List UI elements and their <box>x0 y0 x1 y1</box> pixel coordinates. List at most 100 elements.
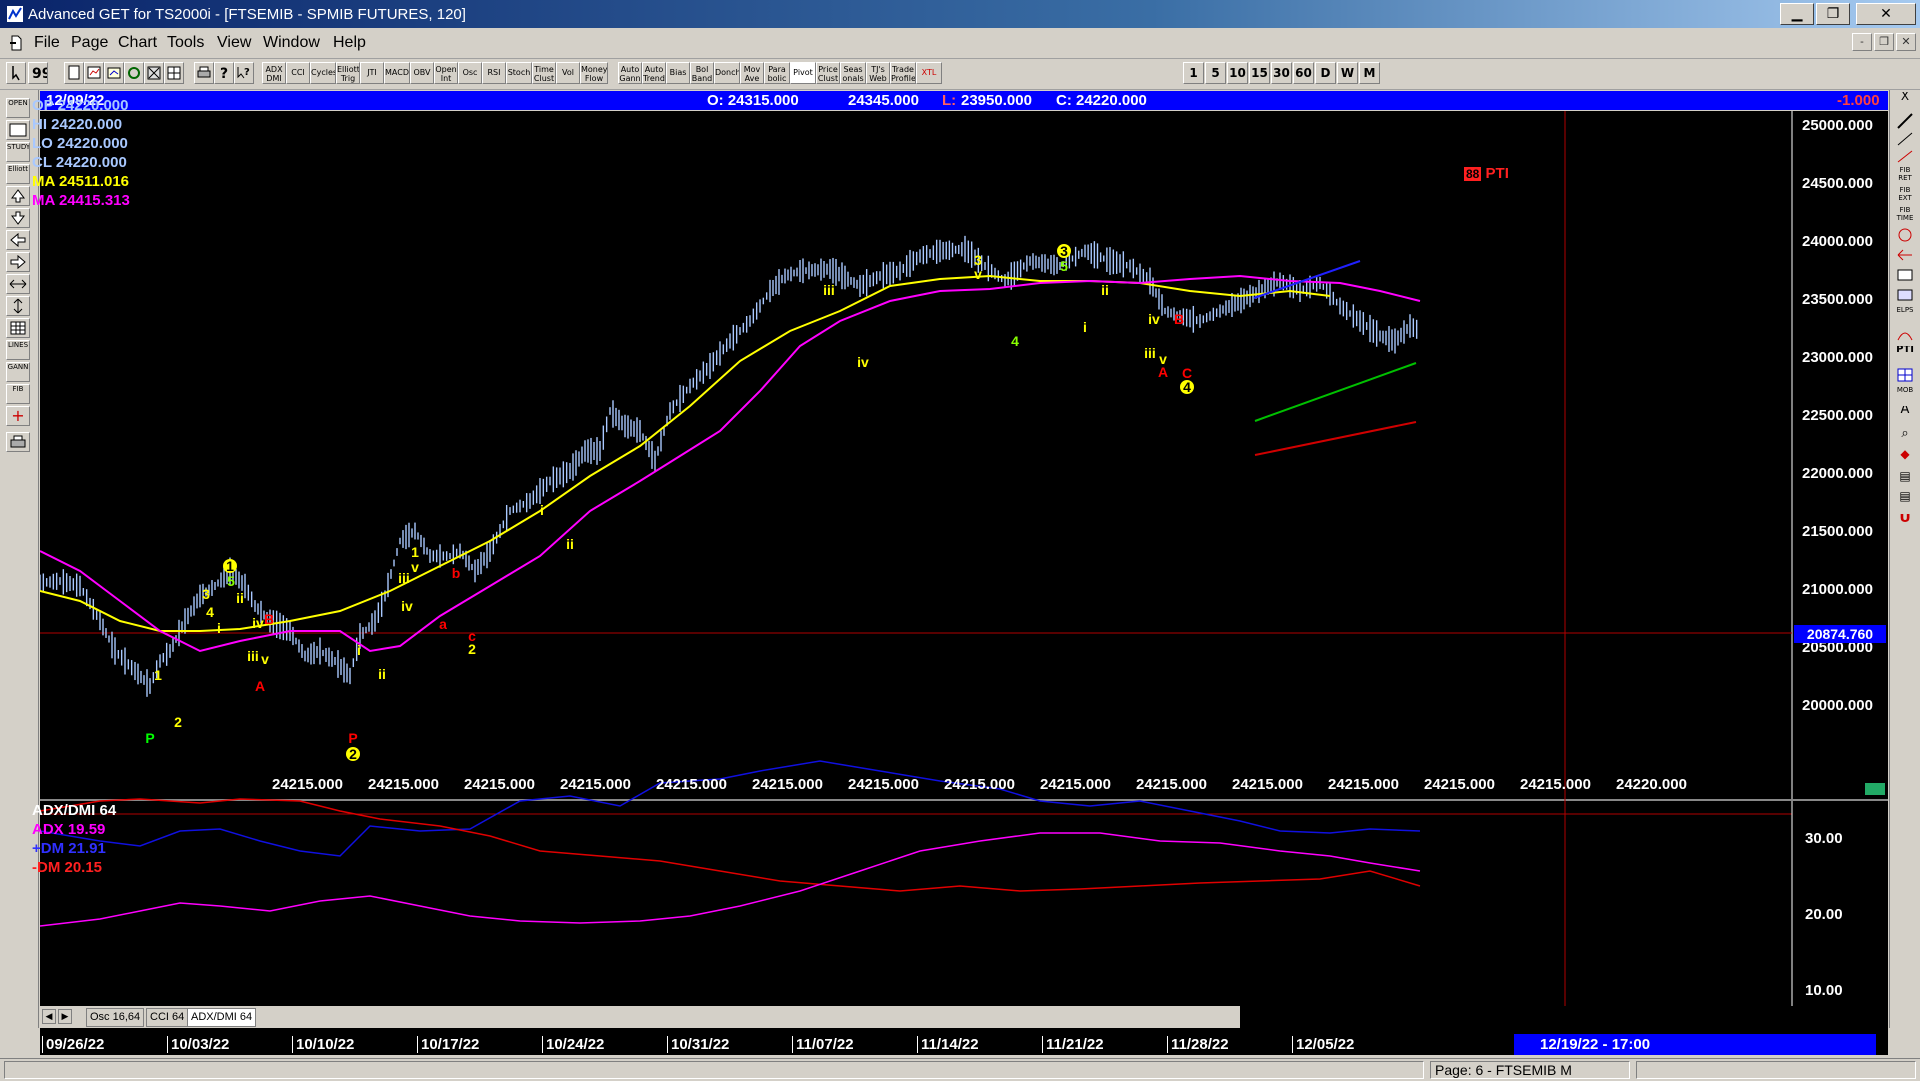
auto-gann-button[interactable]: Auto Gann <box>618 62 642 84</box>
channel-icon[interactable] <box>1894 286 1916 306</box>
open-chart-icon[interactable] <box>104 62 124 84</box>
auto-trend-button[interactable]: Auto Trend <box>642 62 666 84</box>
wave-icon[interactable] <box>1894 226 1916 246</box>
parabolic-button[interactable]: Para bolic <box>764 62 790 84</box>
tf-5-button[interactable]: 5 <box>1205 62 1226 84</box>
list-icon[interactable]: ▤ <box>1894 472 1916 492</box>
tj-web-button[interactable]: TJ's Web <box>866 62 890 84</box>
help-icon[interactable]: ? <box>214 62 234 84</box>
context-help-icon[interactable]: ? <box>234 62 254 84</box>
close-tool-icon[interactable]: X <box>1894 92 1916 112</box>
elliott-icon[interactable]: Elliott <box>6 164 30 184</box>
expand-icon[interactable] <box>6 274 30 294</box>
menu-help[interactable]: Help <box>333 34 366 52</box>
left-arrow-icon[interactable] <box>6 230 30 250</box>
tab-scroll-right-icon[interactable]: ▶ <box>58 1009 72 1024</box>
fib-ret-button[interactable]: FIB RET <box>1894 166 1916 186</box>
tf-weekly-button[interactable]: W <box>1337 62 1358 84</box>
cycles-button[interactable]: Cycles <box>310 62 336 84</box>
rsi-button[interactable]: RSI <box>482 62 506 84</box>
new-page-icon[interactable] <box>64 62 84 84</box>
donch-button[interactable]: Donch <box>714 62 740 84</box>
menu-chart[interactable]: Chart <box>118 34 157 52</box>
xtl-button[interactable]: XTL <box>916 62 942 84</box>
fib-ext-button[interactable]: FIB EXT <box>1894 186 1916 206</box>
vol-button[interactable]: Vol <box>556 62 580 84</box>
open-int-button[interactable]: Open Int <box>434 62 458 84</box>
chart-page-icon[interactable] <box>84 62 104 84</box>
compress-icon[interactable] <box>6 296 30 316</box>
fib-time-button[interactable]: FIB TIME <box>1894 206 1916 226</box>
table-icon[interactable] <box>1894 366 1916 386</box>
chart-area[interactable]: 1 5 3 ii 4 i iv Biii v A 1 2 P P 2 i ii 1 v iii iv b a c 2 i ii iii… <box>32 97 1888 1044</box>
zoom-icon[interactable]: ⌕ <box>1894 430 1916 450</box>
tab-osc[interactable]: Osc 16,64 <box>86 1008 145 1027</box>
trade-profile-button[interactable]: Trade Profile <box>890 62 916 84</box>
link-icon[interactable] <box>144 62 164 84</box>
pivot-button[interactable]: Pivot <box>790 62 816 84</box>
tf-15-button[interactable]: 15 <box>1249 62 1270 84</box>
close-button[interactable]: ✕ <box>1856 3 1916 25</box>
rectangle-icon[interactable] <box>1894 266 1916 286</box>
print-tool-icon[interactable] <box>6 432 30 452</box>
up-arrow-icon[interactable] <box>6 186 30 206</box>
menu-page[interactable]: Page <box>71 34 108 52</box>
bol-band-button[interactable]: Bol Band <box>690 62 714 84</box>
mdi-minimize-button[interactable]: - <box>1852 33 1872 51</box>
bias-button[interactable]: Bias <box>666 62 690 84</box>
mob-button[interactable]: MOB <box>1894 386 1916 406</box>
tf-10-button[interactable]: 10 <box>1227 62 1248 84</box>
notes-icon[interactable]: ▤ <box>1894 492 1916 512</box>
right-arrow-icon[interactable] <box>6 252 30 272</box>
cci-button[interactable]: CCI <box>286 62 310 84</box>
tf-daily-button[interactable]: D <box>1315 62 1336 84</box>
arrow-left-tool-icon[interactable] <box>1894 246 1916 266</box>
fib-ret-icon[interactable] <box>1894 148 1916 168</box>
obv-button[interactable]: OBV <box>410 62 434 84</box>
pointer-icon[interactable] <box>6 62 26 84</box>
tab-adx-dmi[interactable]: ADX/DMI 64 <box>187 1008 257 1027</box>
stoch-button[interactable]: Stoch <box>506 62 532 84</box>
chart-canvas[interactable]: 153 ii4i iv Biii vA12P P2iii1viiiivbac2iiiiii… <box>40 111 1888 1011</box>
macd-button[interactable]: MACD <box>384 62 410 84</box>
pencil-icon[interactable] <box>1894 112 1916 132</box>
u-tool-icon[interactable]: U <box>1894 514 1916 534</box>
tf-monthly-button[interactable]: M <box>1359 62 1380 84</box>
tab-scroll-left-icon[interactable]: ◀ <box>42 1009 56 1024</box>
mdi-close-button[interactable]: ✕ <box>1896 33 1916 51</box>
money-flow-button[interactable]: Money Flow <box>580 62 608 84</box>
menu-tools[interactable]: Tools <box>167 34 204 52</box>
curve-icon[interactable] <box>1894 326 1916 346</box>
menu-window[interactable]: Window <box>263 34 320 52</box>
marker-icon[interactable]: ◆ <box>1894 450 1916 470</box>
fib-icon[interactable]: FIB <box>6 384 30 404</box>
restore-button[interactable]: ❐ <box>1816 3 1850 25</box>
tf-1-button[interactable]: 1 <box>1183 62 1204 84</box>
lines-icon[interactable]: LINES <box>6 340 30 360</box>
crosshair-icon[interactable]: + <box>6 406 30 426</box>
gann-icon[interactable]: GANN <box>6 362 30 382</box>
print-icon[interactable] <box>194 62 214 84</box>
jti-button[interactable]: JTI <box>360 62 384 84</box>
menu-file[interactable]: File <box>34 34 60 52</box>
open-folder-icon[interactable]: OPEN <box>6 98 30 118</box>
minimize-button[interactable]: ▁ <box>1780 3 1814 25</box>
down-arrow-icon[interactable] <box>6 208 30 228</box>
document-icon[interactable] <box>8 34 24 52</box>
mdi-restore-button[interactable]: ❐ <box>1874 33 1894 51</box>
study-icon[interactable]: STUDY <box>6 142 30 162</box>
time-clust-button[interactable]: Time Clust <box>532 62 556 84</box>
tab-cci[interactable]: CCI 64 <box>146 1008 189 1027</box>
refresh-icon[interactable] <box>124 62 144 84</box>
grid-tool-icon[interactable] <box>6 318 30 338</box>
tf-60-button[interactable]: 60 <box>1293 62 1314 84</box>
mov-ave-button[interactable]: Mov Ave <box>740 62 764 84</box>
text-tool-icon[interactable]: A <box>1894 406 1916 426</box>
menu-view[interactable]: View <box>217 34 251 52</box>
chart-corner-icon[interactable] <box>1865 783 1885 795</box>
pti-button[interactable]: PTI <box>1894 346 1916 366</box>
adx-dmi-button[interactable]: ADX DMI <box>262 62 286 84</box>
ellipse-button[interactable]: ELPS <box>1894 306 1916 326</box>
line-tool-icon[interactable] <box>1894 130 1916 150</box>
osc-button[interactable]: Osc <box>458 62 482 84</box>
